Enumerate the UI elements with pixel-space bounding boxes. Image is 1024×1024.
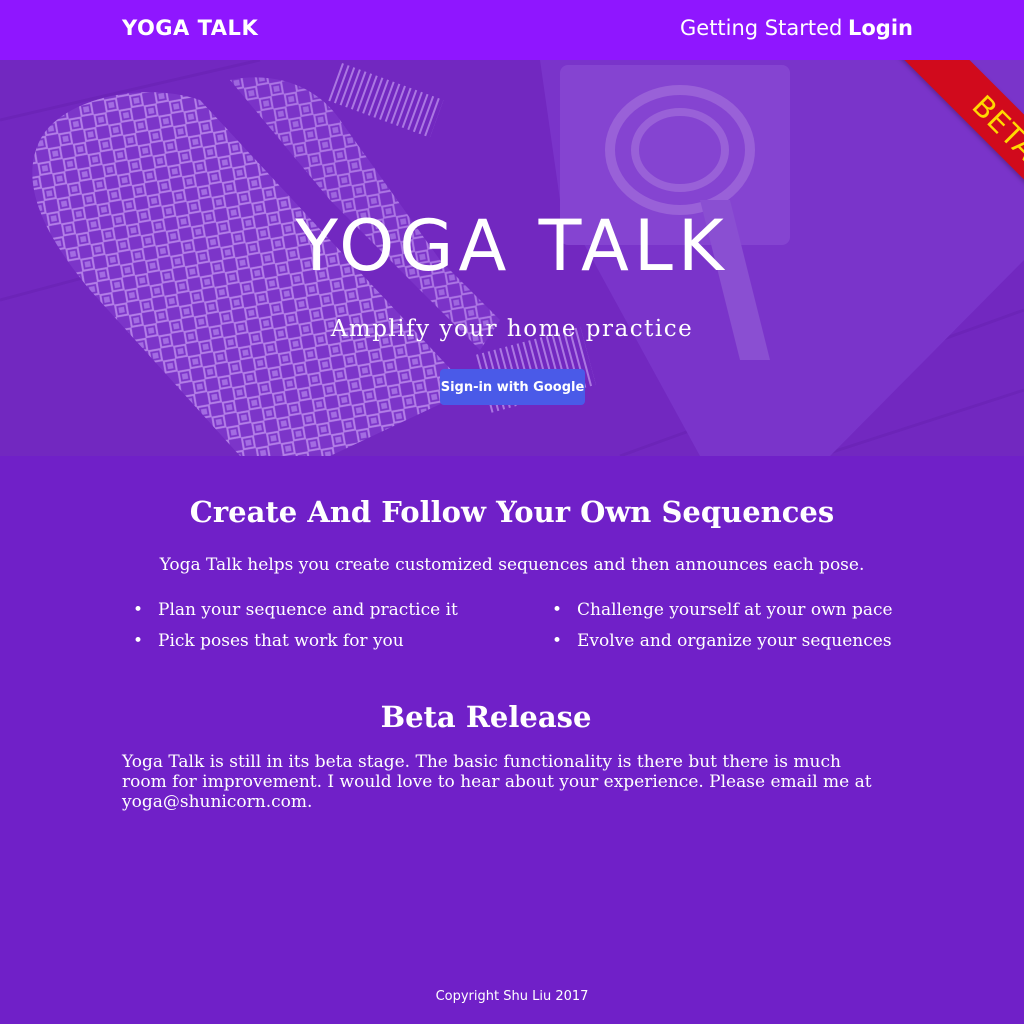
feature-item: Challenge yourself at your own pace — [541, 599, 893, 630]
feature-item: Evolve and organize your sequences — [541, 630, 893, 661]
feature-item: Pick poses that work for you — [122, 630, 458, 661]
feature-item: Plan your sequence and practice it — [122, 599, 458, 630]
feature-list-left: Plan your sequence and practice it Pick … — [122, 599, 458, 661]
sequences-heading: Create And Follow Your Own Sequences — [189, 495, 835, 529]
feature-list-right: Challenge yourself at your own pace Evol… — [541, 599, 893, 661]
footer-copyright: Copyright Shu Liu 2017 — [435, 989, 589, 1004]
brand-logo-link[interactable]: YOGA TALK — [122, 16, 258, 40]
beta-ribbon-band: BETA — [896, 60, 1024, 237]
nav-login-link[interactable]: Login — [848, 16, 913, 40]
google-sign-in-button[interactable]: Sign-in with Google — [440, 369, 585, 405]
nav-getting-started-link[interactable]: Getting Started — [680, 16, 842, 40]
hero-subtitle: Amplify your home practice — [330, 316, 694, 342]
beta-release-text: Yoga Talk is still in its beta stage. Th… — [122, 752, 872, 812]
beta-ribbon-label: BETA — [965, 88, 1024, 168]
top-navbar: YOGA TALK Getting Started Login — [0, 0, 1024, 60]
beta-ribbon: BETA — [855, 60, 1024, 240]
beta-release-heading: Beta Release — [380, 700, 592, 734]
sequences-intro: Yoga Talk helps you create customized se… — [159, 555, 865, 575]
